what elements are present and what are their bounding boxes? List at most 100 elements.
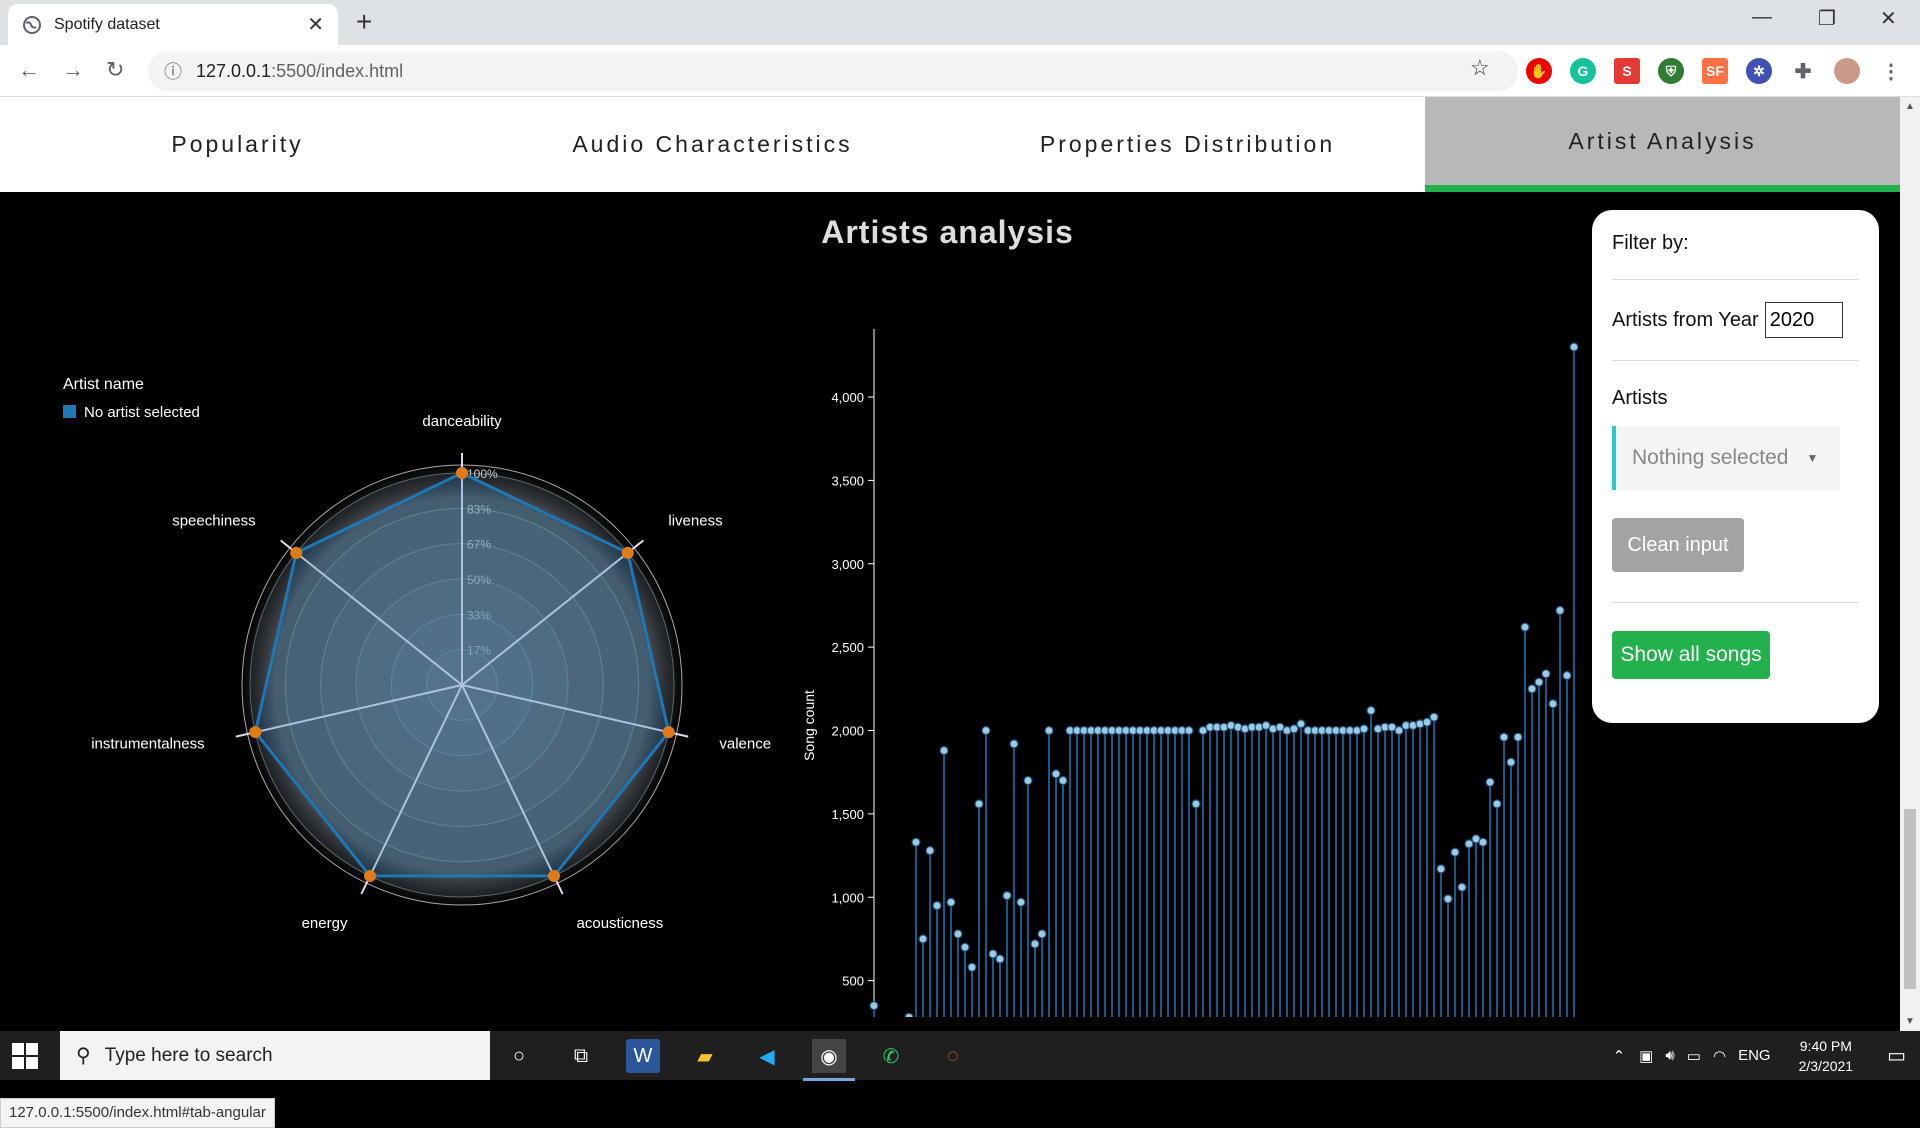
system-tray: ⌃ ▣ 🔊︎ ▭ ◠ ENG 9:40 PM 2/3/2021 ▭ <box>1613 1031 1920 1080</box>
legend-swatch <box>63 405 76 418</box>
close-tab-icon[interactable]: ✕ <box>307 12 324 37</box>
lollipop-point <box>946 897 956 907</box>
tab-popularity[interactable]: Popularity <box>0 97 475 192</box>
vscode-icon[interactable]: ◀ <box>750 1039 784 1073</box>
forward-icon[interactable]: → <box>62 57 84 83</box>
lollipop-point <box>939 745 949 756</box>
gear-extension-icon[interactable]: ✲ <box>1746 58 1772 84</box>
lollipop-point <box>911 837 921 847</box>
legend-title: Artist name <box>63 376 144 393</box>
close-window-icon[interactable]: ✕ <box>1880 6 1897 31</box>
lollipop-point <box>1548 699 1558 709</box>
task-view-icon[interactable]: ⧉ <box>564 1039 598 1073</box>
meet-icon[interactable]: ▣ <box>1639 1047 1653 1065</box>
wifi-icon[interactable]: ◠ <box>1713 1047 1726 1065</box>
lollipop-point <box>1534 677 1544 687</box>
radar-chart: Artist name No artist selected 17%33%50%… <box>63 376 771 932</box>
chevron-up-icon[interactable]: ⌃ <box>1613 1047 1626 1065</box>
lollipop-point <box>1485 777 1495 787</box>
year-input[interactable] <box>1764 302 1843 338</box>
radar-axis-label: instrumentalness <box>91 736 204 753</box>
browser-tabstrip: Spotify dataset ✕ + — ❐ ✕ <box>0 0 1920 45</box>
grammarly-extension-icon[interactable]: G <box>1570 58 1596 84</box>
divider <box>1612 602 1859 603</box>
taskbar-clock[interactable]: 9:40 PM 2/3/2021 <box>1799 1036 1854 1076</box>
lollipop-point <box>1450 847 1460 857</box>
radar-axis-label: energy <box>302 915 348 932</box>
reload-icon[interactable]: ↻ <box>106 57 124 83</box>
radar-axis-label: speechiness <box>172 512 255 529</box>
word-icon[interactable]: W <box>626 1039 660 1073</box>
browser-tab[interactable]: Spotify dataset ✕ <box>8 4 338 45</box>
shield-extension-icon[interactable]: ⛨ <box>1658 58 1684 84</box>
minimize-icon[interactable]: — <box>1752 6 1772 29</box>
lollipop-point <box>953 929 963 939</box>
tab-artist-analysis[interactable]: Artist Analysis <box>1425 97 1900 192</box>
radar-point <box>456 467 468 479</box>
cortana-icon[interactable]: ○ <box>502 1039 536 1073</box>
radar-point <box>364 870 377 883</box>
taskbar: ⚲ Type here to search ○ ⧉ W ▰ ◀ ◉ ✆ ◌ ⌃ … <box>0 1031 1920 1081</box>
whatsapp-icon[interactable]: ✆ <box>874 1039 908 1073</box>
language-indicator[interactable]: ENG <box>1738 1047 1771 1064</box>
lollipop-point <box>1478 837 1488 847</box>
lollipop-point <box>1457 882 1467 892</box>
s-extension-icon[interactable]: S <box>1614 58 1640 84</box>
lollipop-point <box>981 725 991 736</box>
lollipop-point <box>1499 732 1509 742</box>
taskbar-search[interactable]: ⚲ Type here to search <box>60 1031 490 1080</box>
clean-input-button[interactable]: Clean input <box>1612 518 1744 572</box>
radar-point <box>662 726 675 739</box>
lollipop-point <box>1569 342 1579 352</box>
year-filter-row: Artists from Year <box>1612 302 1859 361</box>
adblock-extension-icon[interactable]: ✋ <box>1526 58 1552 84</box>
lollipop-point <box>1289 724 1299 734</box>
lollipop-point <box>1058 775 1068 786</box>
windows-start-icon[interactable] <box>12 1043 38 1069</box>
clock-time: 9:40 PM <box>1799 1037 1852 1054</box>
lollipop-point <box>1002 890 1012 901</box>
battery-icon[interactable]: ▭ <box>1687 1047 1701 1065</box>
artists-label: Artists <box>1612 387 1668 409</box>
artists-select[interactable]: Nothing selected ▼ <box>1612 426 1840 490</box>
tab-properties-distribution[interactable]: Properties Distribution <box>950 97 1425 192</box>
notifications-icon[interactable]: ▭ <box>1887 1043 1906 1068</box>
file-explorer-icon[interactable]: ▰ <box>688 1039 722 1073</box>
bookmark-star-icon[interactable]: ☆ <box>1470 55 1490 81</box>
menu-kebab-icon[interactable]: ⋮ <box>1878 58 1904 84</box>
lollipop-point <box>1555 605 1565 616</box>
y-axis-label: Song count <box>801 690 817 761</box>
lollipop-point <box>1436 864 1446 874</box>
radar-axis-label: valence <box>719 736 771 753</box>
status-url-tooltip: 127.0.0.1:5500/index.html#tab-angular <box>0 1098 275 1128</box>
puzzle-extensions-icon[interactable]: ✚ <box>1790 58 1816 84</box>
info-icon[interactable]: ⓘ <box>164 58 182 84</box>
section-nav: Popularity Audio Characteristics Propert… <box>0 97 1900 192</box>
back-icon[interactable]: ← <box>18 57 40 83</box>
sf-extension-icon[interactable]: SF <box>1702 58 1728 84</box>
new-tab-icon[interactable]: + <box>356 6 372 38</box>
lollipop-point <box>1009 739 1019 749</box>
lollipop-point <box>1506 757 1516 767</box>
lollipop-point <box>932 900 942 911</box>
profile-avatar[interactable] <box>1834 58 1860 84</box>
page-scrollbar[interactable]: ▲ ▼ <box>1900 97 1920 1031</box>
radar-axis-label: liveness <box>668 512 722 529</box>
address-bar: ← → ↻ ⓘ 127.0.0.1:5500/index.html ☆ ✋ G … <box>0 45 1920 97</box>
scrollbar-thumb[interactable] <box>1904 809 1916 989</box>
filter-header: Filter by: <box>1612 232 1859 280</box>
restore-icon[interactable]: ❐ <box>1818 6 1836 31</box>
jupyter-icon[interactable]: ◌ <box>936 1039 970 1073</box>
scroll-up-icon[interactable]: ▲ <box>1905 101 1915 112</box>
y-tick-label: 2,000 <box>831 724 864 739</box>
lollipop-point <box>974 799 984 809</box>
show-all-songs-button[interactable]: Show all songs <box>1612 631 1770 679</box>
year-label: Artists from Year <box>1612 308 1759 331</box>
url-input[interactable]: ⓘ 127.0.0.1:5500/index.html <box>148 51 1518 91</box>
chrome-icon[interactable]: ◉ <box>803 1039 855 1081</box>
lollipop-point <box>904 1012 914 1017</box>
volume-icon[interactable]: 🔊︎ <box>1665 1047 1674 1064</box>
y-tick-label: 3,000 <box>831 557 864 572</box>
tab-audio-characteristics[interactable]: Audio Characteristics <box>475 97 950 192</box>
scroll-down-icon[interactable]: ▼ <box>1905 1016 1915 1027</box>
